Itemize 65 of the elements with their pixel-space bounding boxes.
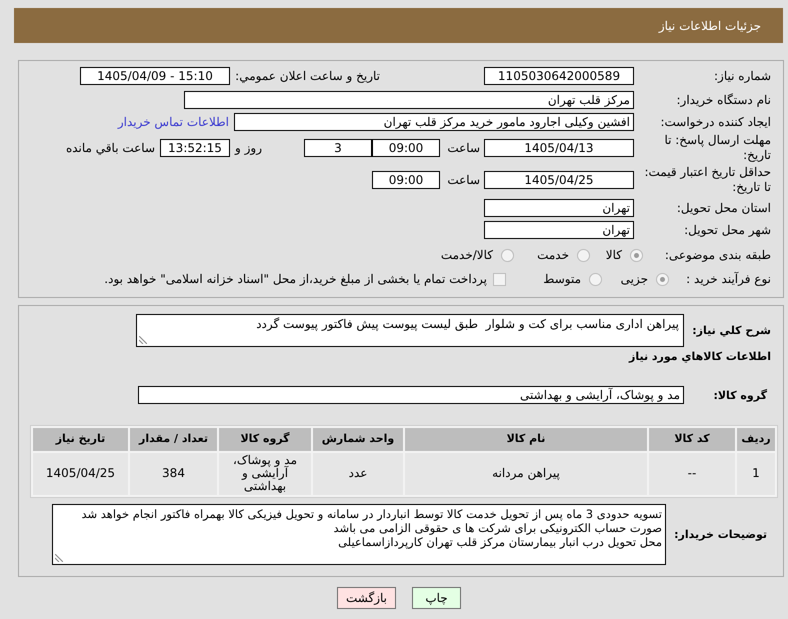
field-label: توضیحات خریدار: [674,528,767,541]
table-cell: -- [649,452,735,494]
table-header-cell: ردیف [737,428,775,450]
resize-grip-icon[interactable] [55,554,63,562]
announcement-field[interactable]: 1405/04/09 - 15:10 [80,67,230,85]
radio-button[interactable] [501,248,514,262]
section-title: اطلاعات کالاهاي مورد نیاز [629,348,771,365]
field-label: نوع فرآیند خرید : [686,272,771,286]
print-button[interactable]: چاپ [412,586,461,608]
table-header-cell: نام کالا [405,428,647,450]
validity-date-field[interactable]: 1405/04/25 [484,170,634,188]
requester-field[interactable]: افشین وکیلی اجارود مامور خرید مرکز قلب تهران [234,113,634,131]
option-label: کالا/خدمت [440,247,493,264]
option-label: خدمت [537,247,569,264]
table-header-cell: کد کالا [649,428,735,450]
field-label: ایجاد کننده درخواست: [660,115,771,129]
deadline-time-field[interactable]: 09:00 [372,139,440,157]
need-number-field[interactable]: 1105030642000589 [484,67,634,85]
radio-button[interactable] [589,272,602,286]
province-field[interactable]: تهران [484,198,634,216]
page-title: جزئیات اطلاعات نیاز [658,18,761,34]
description-field[interactable]: پیراهن اداری مناسب برای کت و شلوار طبق لیست پیوست پیش فاکتور پیوست گردد [136,314,684,347]
goods-group-field[interactable]: مد و پوشاک، آرایشی و بهداشتی [138,386,684,404]
validity-time-field[interactable]: 09:00 [372,170,440,188]
table-header-cell: گروه کالا [219,428,311,450]
field-label: مهلت ارسال پاسخ: تا تاریخ: [663,133,771,163]
option-label: کالا [606,247,622,264]
back-button[interactable]: بازگشت [337,586,396,608]
table-cell: 1405/04/25 [33,452,128,494]
table-cell: پیراهن مردانه [405,452,647,494]
radio-button[interactable] [656,272,669,286]
field-label: ساعت [447,141,480,155]
table-header-cell: تعداد / مقدار [130,428,217,450]
radio-button[interactable] [630,248,643,262]
city-field[interactable]: تهران [484,220,634,238]
buyer-contact-link[interactable]: اطلاعات تماس خریدار [118,113,229,131]
field-label: استان محل تحویل: [676,200,771,214]
field-label: ساعت باقي مانده [66,141,155,155]
table-cell: عدد [313,452,403,494]
radio-button[interactable] [577,248,590,262]
buyer-notes-field[interactable]: تسویه حدودی 3 ماه پس از تحویل خدمت کالا توسط انباردار در سامانه و تحویل فیزیکی کالا بهمراه فاکتور انجام خواهد شد صورت حساب الکترونیکی برای شرکت ها ی حقوقی الزامی می باشد محل تحویل درب انبار بیمارستان مرکز قلب تهران کارپردازاسماعیلی [52,504,666,564]
field-label: تاریخ و ساعت اعلان عمومي: [235,69,380,83]
field-label: نام دستگاه خریدار: [676,92,771,106]
field-label: شرح کلي نیاز: [692,324,771,338]
option-label: جزیی [620,271,648,288]
time-left-field[interactable]: 13:52:15 [160,139,230,157]
days-left-field[interactable]: 3 [304,139,372,157]
field-label: طبقه بندی موضوعی: [664,248,771,262]
option-label: متوسط [543,271,581,288]
table-header-cell: تاریخ نیاز [33,428,128,450]
checkbox[interactable] [493,272,506,286]
table-cell: مد و پوشاک، آرایشی و بهداشتی [219,452,311,494]
field-label: ساعت [447,172,480,186]
field-label: حداقل تاریخ اعتبار قیمت: تا تاریخ: [643,164,771,194]
deadline-date-field[interactable]: 1405/04/13 [484,139,634,157]
table-header-cell: واحد شمارش [313,428,403,450]
field-label: گروه کالا: [713,389,767,402]
field-label: روز و [235,141,262,155]
table-cell: 384 [130,452,217,494]
checkbox-label: پرداخت تمام یا بخشی از مبلغ خرید،از محل "اسناد خزانه اسلامی" خواهد بود. [104,271,487,288]
buyer-org-field[interactable]: مرکز قلب تهران [184,90,634,108]
resize-grip-icon[interactable] [139,336,147,344]
table-cell: 1 [737,452,775,494]
field-label: شهر محل تحویل: [684,222,771,236]
field-label: شماره نیاز: [714,69,771,83]
